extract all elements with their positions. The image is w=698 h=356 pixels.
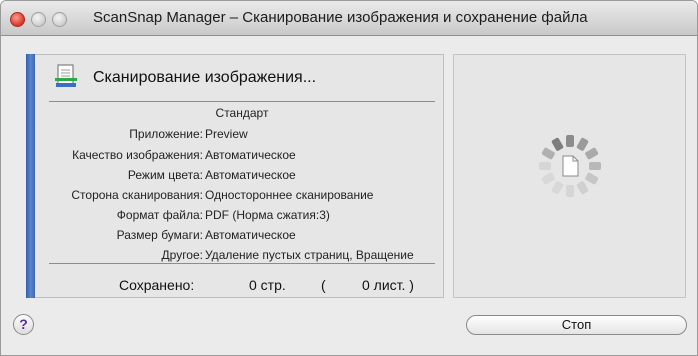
saved-sheets-count: 0 лист. ) <box>362 277 414 293</box>
setting-row-file-format: Формат файла: PDF (Норма сжатия:3) <box>27 208 445 224</box>
setting-label: Формат файла: <box>116 208 203 222</box>
setting-row-scanning-side: Сторона сканирования: Одностороннее скан… <box>27 188 445 204</box>
setting-value: Автоматическое <box>205 168 296 182</box>
setting-row-image-quality: Качество изображения: Автоматическое <box>27 148 445 164</box>
setting-row-other: Другое: Удаление пустых страниц, Вращени… <box>27 248 445 264</box>
setting-row-application: Приложение: Preview <box>27 127 445 143</box>
setting-value: PDF (Норма сжатия:3) <box>205 208 330 222</box>
setting-label: Качество изображения: <box>72 148 203 162</box>
saved-label: Сохранено: <box>119 277 195 293</box>
minimize-window-button[interactable] <box>31 12 46 27</box>
window-title: ScanSnap Manager – Сканирование изображе… <box>93 9 588 26</box>
title-bar[interactable]: ScanSnap Manager – Сканирование изображе… <box>1 1 697 36</box>
saved-pages-count: 0 стр. <box>249 277 286 293</box>
setting-value: Удаление пустых страниц, Вращение <box>205 248 414 262</box>
close-window-button[interactable] <box>10 12 25 27</box>
zoom-window-button[interactable] <box>52 12 67 27</box>
setting-value: Автоматическое <box>205 228 296 242</box>
scan-settings-panel: Сканирование изображения... Стандарт При… <box>26 54 444 298</box>
setting-value: Автоматическое <box>205 148 296 162</box>
setting-label: Другое: <box>161 248 203 262</box>
profile-name: Стандарт <box>215 106 269 120</box>
setting-label: Размер бумаги: <box>116 228 203 242</box>
scan-document-icon <box>55 64 77 87</box>
setting-value: Одностороннее сканирование <box>205 188 374 202</box>
preview-panel <box>453 54 686 298</box>
setting-label: Сторона сканирования: <box>71 188 203 202</box>
setting-row-paper-size: Размер бумаги: Автоматическое <box>27 228 445 244</box>
help-button[interactable]: ? <box>13 314 34 335</box>
setting-label: Режим цвета: <box>127 168 203 182</box>
scan-progress-window: ScanSnap Manager – Сканирование изображе… <box>0 0 698 356</box>
loading-spinner-icon <box>539 135 601 197</box>
setting-row-color-mode: Режим цвета: Автоматическое <box>27 168 445 184</box>
divider <box>49 263 435 264</box>
setting-label: Приложение: <box>129 127 203 141</box>
saved-paren: ( <box>321 277 326 293</box>
divider <box>49 101 435 102</box>
stop-button[interactable]: Стоп <box>466 315 687 335</box>
status-text: Сканирование изображения... <box>93 69 317 86</box>
setting-value: Preview <box>205 127 248 141</box>
